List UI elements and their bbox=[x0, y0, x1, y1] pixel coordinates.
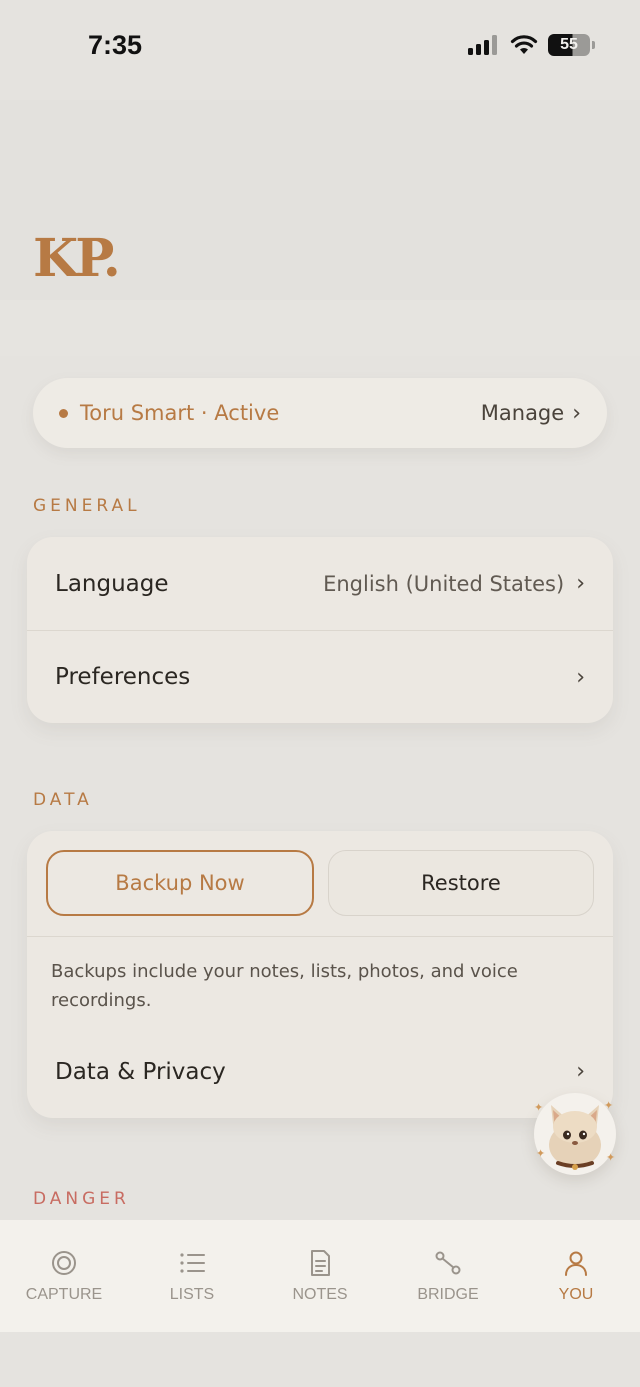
section-label-data: DATA bbox=[33, 790, 93, 810]
data-card: Backup Now Restore Backups include your … bbox=[27, 831, 613, 1118]
backup-now-button[interactable]: Backup Now bbox=[46, 850, 314, 916]
language-row[interactable]: Language English (United States) › bbox=[27, 537, 613, 630]
manage-label: Manage bbox=[480, 401, 565, 425]
document-icon bbox=[311, 1250, 330, 1276]
signal-icon bbox=[468, 35, 497, 55]
preferences-row[interactable]: Preferences › bbox=[27, 630, 613, 723]
subscription-status: Toru Smart · Active bbox=[80, 401, 280, 425]
chevron-right-icon: › bbox=[576, 664, 585, 690]
tab-label: YOU bbox=[558, 1286, 594, 1303]
tab-you[interactable]: YOU bbox=[512, 1220, 640, 1332]
backup-hint: Backups include your notes, lists, photo… bbox=[51, 961, 518, 1011]
bridge-icon bbox=[435, 1251, 461, 1275]
tab-label: BRIDGE bbox=[417, 1286, 479, 1303]
mascot-assistant-button[interactable]: ✦ ✦ ✦ ✦ bbox=[534, 1093, 616, 1175]
tab-capture[interactable]: CAPTURE bbox=[0, 1220, 128, 1332]
profile-monogram: KP. bbox=[33, 228, 121, 289]
preferences-label: Preferences bbox=[55, 664, 191, 690]
section-label-danger: DANGER bbox=[33, 1189, 130, 1209]
status-time: 7:35 bbox=[88, 30, 143, 60]
person-icon bbox=[565, 1251, 587, 1276]
language-value: English (United States) bbox=[323, 571, 565, 596]
target-icon bbox=[52, 1251, 76, 1275]
tab-label: NOTES bbox=[292, 1286, 348, 1303]
language-label: Language bbox=[55, 570, 169, 597]
sparkle-icon: ✦ bbox=[604, 1099, 614, 1112]
tab-label: CAPTURE bbox=[25, 1286, 103, 1303]
wifi-icon bbox=[510, 35, 538, 54]
status-icons: 55 bbox=[468, 34, 595, 56]
backup-actions: Backup Now Restore bbox=[27, 831, 613, 937]
active-dot-icon bbox=[59, 408, 68, 418]
manage-subscription-link[interactable]: Manage › bbox=[481, 401, 581, 426]
subscription-pill[interactable]: Toru Smart · Active Manage › bbox=[33, 378, 607, 448]
tab-bridge[interactable]: BRIDGE bbox=[384, 1220, 512, 1332]
battery-level: 55 bbox=[560, 36, 578, 53]
chevron-right-icon: › bbox=[572, 400, 581, 426]
general-card: Language English (United States) › Prefe… bbox=[27, 537, 613, 723]
sparkle-icon: ✦ bbox=[536, 1147, 546, 1160]
bottom-tab-bar: CAPTURE LISTS NOTES BRIDGE YOU bbox=[0, 1220, 640, 1332]
list-icon bbox=[180, 1253, 205, 1273]
status-bar: 7:35 55 bbox=[0, 0, 640, 100]
battery-indicator: 55 bbox=[548, 34, 595, 56]
sparkle-icon: ✦ bbox=[534, 1101, 544, 1114]
tab-label: LISTS bbox=[169, 1286, 215, 1303]
restore-button[interactable]: Restore bbox=[328, 850, 594, 916]
tab-lists[interactable]: LISTS bbox=[128, 1220, 256, 1332]
header-divider bbox=[0, 300, 640, 356]
section-label-general: GENERAL bbox=[33, 496, 141, 516]
data-privacy-row[interactable]: Data & Privacy › bbox=[27, 1025, 613, 1118]
chevron-right-icon: › bbox=[576, 1059, 585, 1084]
sparkle-icon: ✦ bbox=[606, 1151, 616, 1164]
home-indicator-area bbox=[0, 1332, 640, 1387]
chevron-right-icon: › bbox=[576, 571, 585, 596]
tab-notes[interactable]: NOTES bbox=[256, 1220, 384, 1332]
data-privacy-label: Data & Privacy bbox=[55, 1058, 226, 1085]
